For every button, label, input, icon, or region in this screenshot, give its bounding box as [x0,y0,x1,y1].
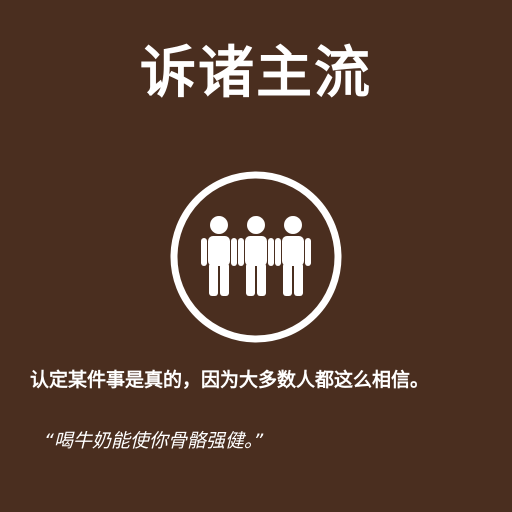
crowd-of-people-icon [168,169,344,345]
card-description: 认定某件事是真的，因为大多数人都这么相信。 [30,369,430,391]
card-example-quote: “喝牛奶能使你骨骼强健。” [44,430,264,452]
card-title: 诉诸主流 [140,41,372,106]
fallacy-card: 诉诸主流 认定某件事是真的，因为大多数人都这么相信。 “喝牛奶能使你骨骼强健。” [0,0,512,512]
